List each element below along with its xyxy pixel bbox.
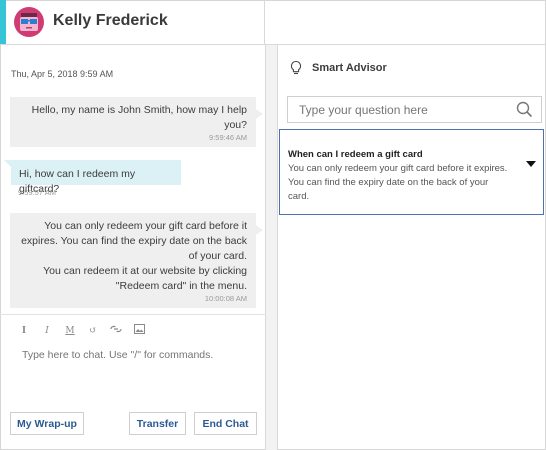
lightbulb-icon <box>290 60 302 75</box>
message-line: expires. You can find the expiry date on… <box>21 235 247 247</box>
smart-advisor-pane: Smart Advisor When can I redeem a gift c… <box>278 45 546 450</box>
message-line: "Redeem card" in the menu. <box>115 280 247 292</box>
search-input[interactable] <box>299 103 509 117</box>
pane-divider <box>266 45 278 450</box>
caret-down-icon[interactable] <box>526 161 536 167</box>
underline-icon[interactable]: M <box>64 326 76 336</box>
message-line: You can redeem it at our website by clic… <box>43 265 247 277</box>
advisor-search <box>287 96 542 123</box>
message-line: you? <box>224 119 247 131</box>
end-chat-button[interactable]: End Chat <box>194 412 257 435</box>
message-time: 9:59:46 AM <box>209 133 247 142</box>
transfer-button[interactable]: Transfer <box>129 412 186 435</box>
agent-message: You can only redeem your gift card befor… <box>10 213 263 308</box>
customer-message: Hi, how can I redeem my giftcard? <box>4 160 181 195</box>
chat-header: Kelly Frederick <box>0 0 546 45</box>
search-icon[interactable] <box>516 101 533 118</box>
composer-divider <box>0 314 266 315</box>
agent-message: Hello, my name is John Smith, how may I … <box>10 97 263 147</box>
link-icon[interactable] <box>110 324 122 337</box>
avatar-glasses-icon <box>20 13 38 31</box>
chat-input[interactable] <box>22 349 252 361</box>
message-line: of your card. <box>188 250 247 262</box>
wrapup-button[interactable]: My Wrap-up <box>10 412 84 435</box>
message-line: You can only redeem your gift card befor… <box>44 220 247 232</box>
avatar[interactable] <box>14 7 44 37</box>
contact-name: Kelly Frederick <box>53 12 168 29</box>
undo-icon[interactable]: ↺ <box>87 326 99 336</box>
answer-text: You can only redeem your gift card befor… <box>288 163 508 202</box>
answer-question: When can I redeem a gift card <box>288 149 423 160</box>
message-time: 9:59:57 AM <box>18 188 56 197</box>
contact-bar: Kelly Frederick <box>6 0 265 44</box>
format-toolbar: I I M ↺ <box>18 324 145 337</box>
message-line: Hello, my name is John Smith, how may I … <box>31 104 247 116</box>
advisor-answer-card[interactable]: When can I redeem a gift card You can on… <box>279 129 544 215</box>
advisor-title: Smart Advisor <box>312 62 387 74</box>
chat-date: Thu, Apr 5, 2018 9:59 AM <box>11 69 114 79</box>
chat-pane: Thu, Apr 5, 2018 9:59 AM Hello, my name … <box>0 45 266 450</box>
bold-icon[interactable]: I <box>18 326 30 336</box>
image-icon[interactable] <box>133 324 145 337</box>
message-time: 10:00:08 AM <box>204 294 247 303</box>
italic-icon[interactable]: I <box>41 326 53 336</box>
